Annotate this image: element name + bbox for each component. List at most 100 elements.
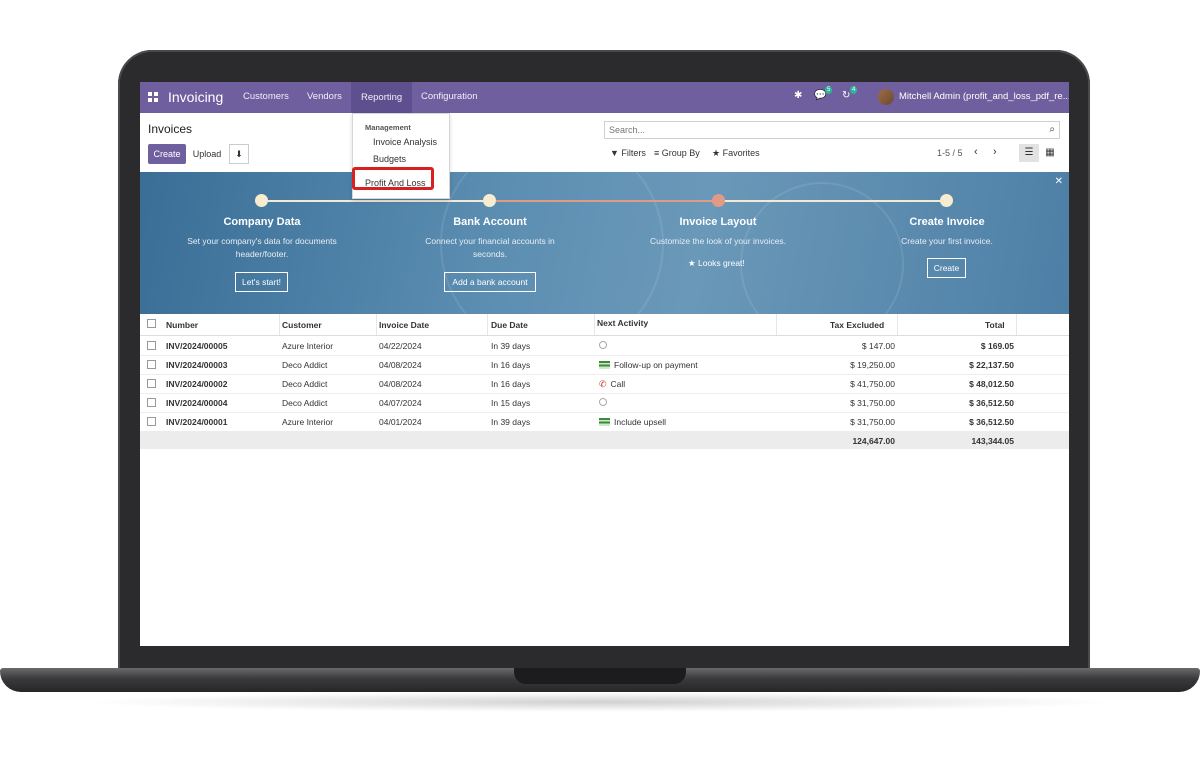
apps-menu-icon[interactable] [148, 92, 159, 103]
chat-icon[interactable]: 💬 5 [814, 86, 833, 101]
due-date: In 39 days [491, 341, 531, 351]
menu-reporting[interactable]: Reporting [351, 82, 413, 113]
favorites-label: Favorites [722, 148, 760, 158]
select-all-checkbox[interactable] [147, 319, 156, 328]
looks-great-label: Looks great! [697, 258, 745, 268]
column-divider [1016, 314, 1017, 335]
activity-label: Include upsell [614, 417, 666, 427]
search-icon[interactable]: ⌕ [1049, 124, 1055, 135]
list-view-icon[interactable]: ☰ [1019, 144, 1039, 162]
table-header: Number Customer Invoice Date Due Date Ne… [140, 314, 1069, 336]
activity-icon[interactable]: ↻ 4 [842, 86, 858, 101]
groupby-button[interactable]: ≡ Group By [654, 148, 700, 158]
pager-next-icon[interactable]: › [993, 146, 997, 158]
next-activity[interactable] [599, 341, 607, 351]
download-icon[interactable]: ⬇ [229, 144, 249, 164]
due-date: In 16 days [491, 379, 531, 389]
tax-excluded: $ 31,750.00 [850, 398, 895, 408]
step-done-icon [712, 194, 725, 207]
invoice-number: INV/2024/00001 [166, 417, 228, 427]
reporting-dropdown: Management Invoice Analysis Budgets Prof… [352, 113, 450, 199]
table-row[interactable]: INV/2024/00001 Azure Interior 04/01/2024… [140, 412, 1069, 432]
chat-badge: 5 [825, 86, 833, 94]
next-activity[interactable] [599, 398, 607, 408]
avatar[interactable] [878, 89, 894, 105]
next-activity[interactable]: Include upsell [599, 417, 666, 427]
table-row[interactable]: INV/2024/00005 Azure Interior 04/22/2024… [140, 336, 1069, 356]
header-next-activity[interactable]: Next Activity [597, 318, 648, 328]
menu-vendors[interactable]: Vendors [307, 91, 342, 102]
kanban-view-icon[interactable]: ▦ [1040, 144, 1060, 162]
tax-excluded: $ 41,750.00 [850, 379, 895, 389]
column-divider [594, 314, 595, 335]
pager-prev-icon[interactable]: ‹ [974, 146, 978, 158]
filters-button[interactable]: ▼ Filters [610, 148, 646, 158]
row-checkbox[interactable] [147, 379, 156, 388]
customer-name: Deco Addict [282, 379, 328, 389]
top-navbar: Invoicing Customers Vendors Reporting Co… [140, 82, 1069, 113]
onboarding-banner: ✕ Company Data Set your company's data f… [140, 172, 1069, 314]
app-brand[interactable]: Invoicing [168, 89, 223, 105]
column-divider [776, 314, 777, 335]
step-desc: Customize the look of your invoices. [649, 236, 787, 246]
header-tax-excluded[interactable]: Tax Excluded [830, 320, 884, 330]
total: $ 169.05 [980, 341, 1014, 351]
page-title: Invoices [148, 122, 193, 136]
lets-start-button[interactable]: Let's start! [235, 272, 288, 292]
search-input[interactable]: Search... ⌕ [604, 121, 1060, 139]
table-row[interactable]: INV/2024/00002 Deco Addict 04/08/2024 In… [140, 374, 1069, 394]
favorites-button[interactable]: ★ Favorites [712, 148, 760, 159]
add-bank-account-button[interactable]: Add a bank account [444, 272, 536, 292]
row-checkbox[interactable] [147, 398, 156, 407]
next-activity[interactable]: ✆ Call [599, 379, 625, 390]
user-menu[interactable]: Mitchell Admin (profit_and_loss_pdf_re..… [899, 91, 1069, 102]
next-activity[interactable]: Follow-up on payment [599, 360, 698, 370]
tax-excluded: $ 147.00 [861, 341, 895, 351]
menu-invoice-analysis[interactable]: Invoice Analysis [373, 137, 437, 147]
invoice-date: 04/08/2024 [379, 360, 422, 370]
row-checkbox[interactable] [147, 417, 156, 426]
bug-icon[interactable]: ✱ [794, 90, 802, 101]
header-invoice-date[interactable]: Invoice Date [379, 320, 429, 330]
progress-track [268, 200, 490, 202]
total: $ 48,012.50 [969, 379, 1014, 389]
total: $ 22,137.50 [969, 360, 1014, 370]
invoice-date: 04/01/2024 [379, 417, 422, 427]
menu-profit-and-loss[interactable]: Profit And Loss [365, 178, 426, 188]
filters-label: Filters [621, 148, 646, 158]
table-row[interactable]: INV/2024/00003 Deco Addict 04/08/2024 In… [140, 355, 1069, 375]
customer-name: Azure Interior [282, 417, 334, 427]
invoice-number: INV/2024/00002 [166, 379, 228, 389]
header-due-date[interactable]: Due Date [491, 320, 528, 330]
header-number[interactable]: Number [166, 320, 198, 330]
customer-name: Deco Addict [282, 360, 328, 370]
app-screen: Invoicing Customers Vendors Reporting Co… [140, 82, 1069, 646]
invoice-number: INV/2024/00003 [166, 360, 228, 370]
total: $ 36,512.50 [969, 398, 1014, 408]
money-icon [599, 361, 610, 369]
total: $ 36,512.50 [969, 417, 1014, 427]
row-checkbox[interactable] [147, 341, 156, 350]
step-desc: Set your company's data for documents he… [187, 236, 337, 259]
step-title: Create Invoice [909, 216, 985, 228]
customer-name: Azure Interior [282, 341, 334, 351]
table-row[interactable]: INV/2024/00004 Deco Addict 04/07/2024 In… [140, 393, 1069, 413]
pager-value[interactable]: 1-5 / 5 [937, 148, 963, 158]
menu-customers[interactable]: Customers [243, 91, 289, 102]
header-customer[interactable]: Customer [282, 320, 322, 330]
header-total[interactable]: Total [985, 320, 1005, 330]
activity-label: Follow-up on payment [614, 360, 698, 370]
tax-excluded: $ 31,750.00 [850, 417, 895, 427]
step-dot [483, 194, 496, 207]
step-dot [255, 194, 268, 207]
close-icon[interactable]: ✕ [1055, 176, 1063, 187]
column-divider [487, 314, 488, 335]
row-checkbox[interactable] [147, 360, 156, 369]
column-divider [376, 314, 377, 335]
upload-button[interactable]: Upload [188, 144, 226, 164]
create-button[interactable]: Create [148, 144, 186, 164]
menu-configuration[interactable]: Configuration [421, 91, 478, 102]
menu-budgets[interactable]: Budgets [373, 154, 406, 164]
invoice-date: 04/07/2024 [379, 398, 422, 408]
create-invoice-button[interactable]: Create [927, 258, 966, 278]
